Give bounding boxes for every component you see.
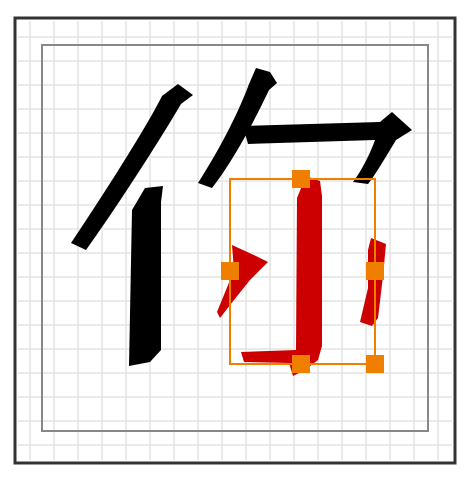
square-handle-icon[interactable] <box>292 355 310 373</box>
square-handle-icon[interactable] <box>292 170 310 188</box>
square-handle-icon[interactable] <box>366 262 384 280</box>
character-editor-canvas[interactable] <box>0 0 474 482</box>
square-handle-icon[interactable] <box>221 262 239 280</box>
stroke-person-vertical[interactable] <box>129 186 163 366</box>
square-handle-icon[interactable] <box>366 355 384 373</box>
